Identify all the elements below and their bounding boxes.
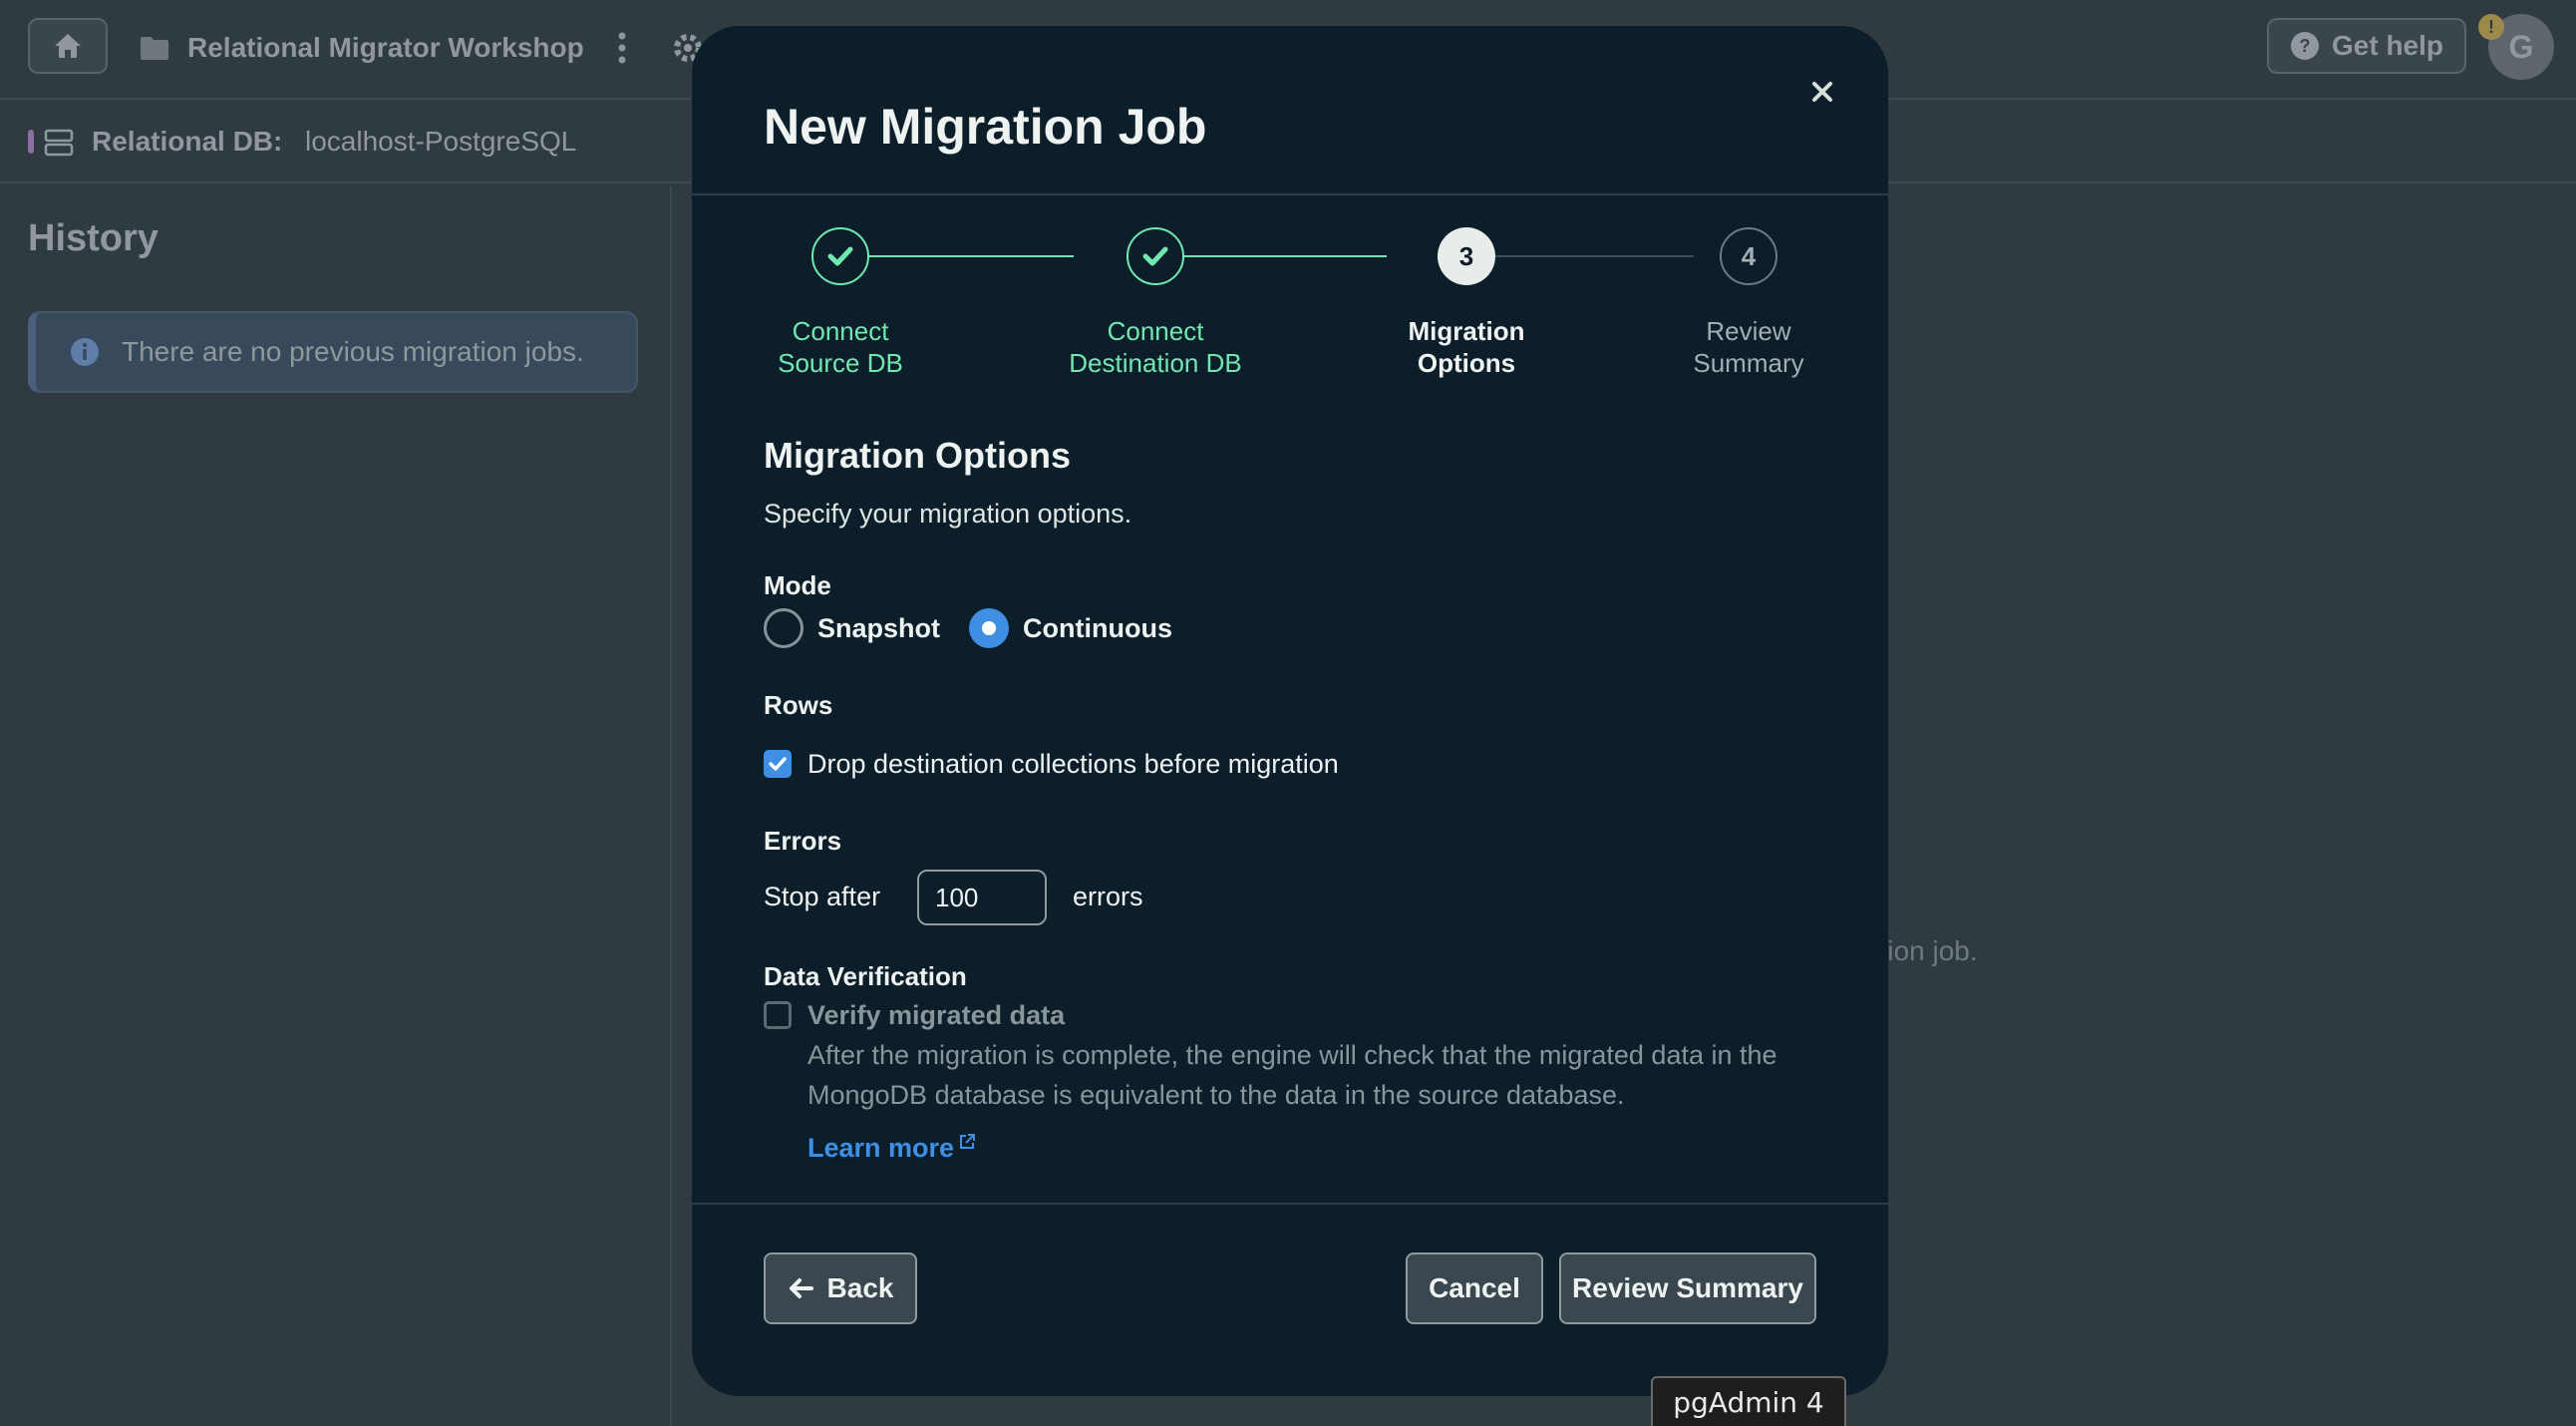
review-summary-button[interactable]: Review Summary xyxy=(1559,1252,1816,1324)
step-4-number: 4 xyxy=(1741,240,1757,271)
rows-label: Rows xyxy=(764,690,833,720)
back-button-label: Back xyxy=(826,1272,894,1303)
continuous-radio[interactable]: Continuous xyxy=(969,606,1172,650)
step-4-label-line2: Summary xyxy=(1693,348,1804,378)
new-migration-job-modal: New Migration Job Connect Source DB Conn… xyxy=(692,26,1888,1396)
snapshot-radio[interactable]: Snapshot xyxy=(764,606,940,650)
svg-text:?: ? xyxy=(2299,36,2310,56)
drop-collections-checkbox[interactable] xyxy=(764,750,792,778)
cancel-button[interactable]: Cancel xyxy=(1406,1252,1543,1324)
verify-data-option[interactable]: Verify migrated data xyxy=(764,995,1065,1035)
step-1-label-line2: Source DB xyxy=(778,348,903,378)
drop-collections-option[interactable]: Drop destination collections before migr… xyxy=(764,744,1339,784)
get-help-label: Get help xyxy=(2331,30,2443,61)
history-empty-banner: There are no previous migration jobs. xyxy=(28,311,638,393)
step-connector-1 xyxy=(840,255,1074,257)
step-1-done-indicator xyxy=(811,227,869,285)
history-empty-message: There are no previous migration jobs. xyxy=(122,336,584,367)
question-icon: ? xyxy=(2290,31,2320,61)
avatar-initial: G xyxy=(2508,28,2534,65)
review-summary-button-label: Review Summary xyxy=(1572,1272,1803,1303)
taskbar-tooltip-label: pgAdmin 4 xyxy=(1673,1385,1824,1419)
step-2-label-line1: Connect xyxy=(1107,316,1204,346)
taskbar-tooltip: pgAdmin 4 xyxy=(1651,1376,1846,1426)
home-button[interactable] xyxy=(28,18,108,74)
step-connector-3 xyxy=(1468,255,1694,257)
snapshot-radio-circle[interactable] xyxy=(764,608,804,648)
project-more-icon[interactable] xyxy=(616,28,628,68)
step-2-done-indicator xyxy=(1127,227,1184,285)
external-link-icon xyxy=(958,1133,976,1151)
data-verification-label: Data Verification xyxy=(764,961,967,991)
stop-after-label: Stop after xyxy=(764,882,881,911)
database-icon xyxy=(44,128,74,158)
step-3-number: 3 xyxy=(1458,240,1474,271)
continuous-radio-label: Continuous xyxy=(1023,612,1172,643)
learn-more-label: Learn more xyxy=(807,1133,955,1163)
arrow-left-icon xyxy=(788,1277,813,1299)
learn-more-link[interactable]: Learn more xyxy=(807,1133,976,1164)
mode-label: Mode xyxy=(764,570,831,600)
project-name: Relational Migrator Workshop xyxy=(187,32,584,63)
modal-title: New Migration Job xyxy=(764,99,1207,155)
cancel-button-label: Cancel xyxy=(1429,1272,1520,1303)
step-2-label: Connect Destination DB xyxy=(1036,315,1275,379)
checkmark-icon xyxy=(827,245,853,267)
section-title: Migration Options xyxy=(764,435,1071,476)
verify-data-description: After the migration is complete, the eng… xyxy=(807,1040,1777,1110)
relational-db-value: localhost-PostgreSQL xyxy=(305,126,577,157)
step-3-label: Migration Options xyxy=(1347,315,1586,379)
checkmark-icon xyxy=(1142,245,1168,267)
get-help-button[interactable]: ? Get help xyxy=(2267,18,2466,74)
back-button[interactable]: Back xyxy=(764,1252,917,1324)
alert-badge: ! xyxy=(2478,14,2504,40)
relational-db-label: Relational DB: xyxy=(92,126,283,157)
error-limit-input[interactable] xyxy=(917,870,1047,925)
step-1-label-line1: Connect xyxy=(792,316,889,346)
alert-badge-text: ! xyxy=(2488,16,2494,37)
step-3-current-indicator: 3 xyxy=(1438,227,1495,285)
section-subtitle: Specify your migration options. xyxy=(764,499,1132,529)
info-icon xyxy=(70,337,100,367)
step-connector-2 xyxy=(1155,255,1387,257)
project-selector[interactable]: Relational Migrator Workshop xyxy=(140,28,584,68)
step-3-label-line1: Migration xyxy=(1408,316,1525,346)
step-1-label: Connect Source DB xyxy=(721,315,960,379)
step-4-label: Review Summary xyxy=(1629,315,1868,379)
errors-label: Errors xyxy=(764,826,842,856)
snapshot-radio-label: Snapshot xyxy=(817,612,941,643)
home-icon xyxy=(53,32,83,60)
header-divider xyxy=(692,193,1888,195)
step-2-label-line2: Destination DB xyxy=(1069,348,1242,378)
continuous-radio-circle[interactable] xyxy=(969,608,1009,648)
verify-data-label: Verify migrated data xyxy=(807,999,1066,1030)
folder-icon xyxy=(140,35,169,61)
verify-data-checkbox[interactable] xyxy=(764,1001,792,1029)
history-panel: History There are no previous migration … xyxy=(0,185,672,1426)
close-icon xyxy=(1811,81,1833,103)
database-accent-marker xyxy=(28,130,34,154)
step-3-label-line2: Options xyxy=(1417,348,1516,378)
history-title: History xyxy=(28,217,159,259)
progress-stepper: Connect Source DB Connect Destination DB… xyxy=(692,225,1888,385)
footer-divider xyxy=(692,1203,1888,1205)
step-4-pending-indicator: 4 xyxy=(1720,227,1777,285)
step-4-label-line1: Review xyxy=(1706,316,1791,346)
close-button[interactable] xyxy=(1800,70,1844,114)
drop-collections-label: Drop destination collections before migr… xyxy=(807,748,1339,779)
errors-suffix-label: errors xyxy=(1073,882,1143,911)
